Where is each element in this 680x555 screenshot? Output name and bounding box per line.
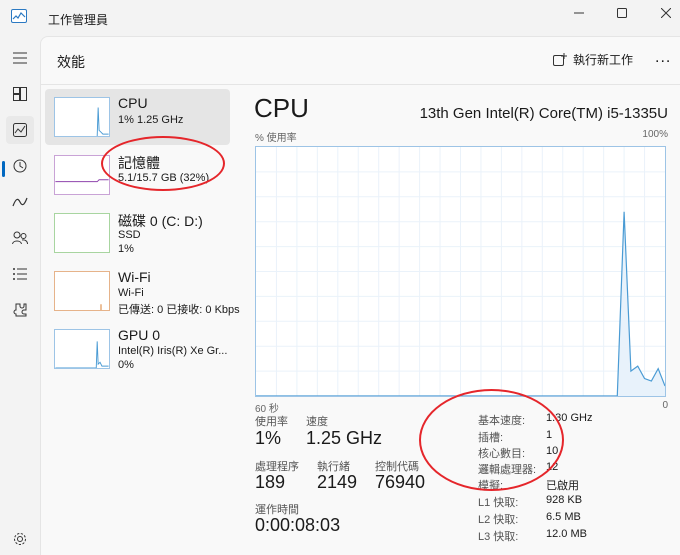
usage-label: 使用率	[255, 416, 288, 428]
cpu-heading: CPU	[254, 93, 309, 123]
info-row-logical-processors: 邏輯處理器: 12	[478, 461, 628, 477]
processes-icon	[13, 87, 27, 101]
task-manager-app-icon	[11, 9, 27, 23]
info-key: 基本速度:	[478, 415, 526, 427]
memory-thumbnail-graph	[54, 155, 110, 195]
device-detail: Wi-Fi	[118, 287, 144, 299]
info-key: L1 快取:	[478, 497, 519, 509]
nav-users[interactable]	[6, 224, 34, 252]
nav-services[interactable]	[6, 296, 34, 324]
nav-performance[interactable]	[6, 116, 34, 144]
device-item-disk[interactable]: 磁碟 0 (C: D:) SSD 1%	[45, 205, 230, 261]
info-row-l3-cache: L3 快取: 12.0 MB	[478, 528, 628, 544]
info-key: 插槽:	[478, 432, 504, 444]
device-name: 磁碟 0 (C: D:)	[118, 213, 203, 229]
nav-details[interactable]	[6, 260, 34, 288]
window-title: 工作管理員	[48, 13, 109, 27]
device-throughput: 已傳送: 0 已接收: 0 Kbps	[118, 304, 240, 316]
performance-icon	[13, 123, 27, 137]
info-row-sockets: 插槽: 1	[478, 429, 628, 445]
threads-value: 2149	[317, 472, 358, 492]
info-value: 12.0 MB	[546, 528, 587, 540]
device-name: CPU	[118, 95, 148, 111]
info-value: 1.30 GHz	[546, 412, 593, 424]
info-key: 核心數目:	[478, 448, 526, 460]
cpu-utilization-graph	[255, 146, 666, 397]
maximize-button[interactable]	[610, 3, 634, 23]
nav-app-history[interactable]	[6, 152, 34, 180]
settings-icon	[14, 533, 26, 545]
device-usage: 1%	[118, 243, 134, 255]
info-value: 10	[546, 445, 559, 457]
device-name: GPU 0	[118, 327, 161, 343]
nav-settings[interactable]	[6, 525, 34, 553]
info-key: 邏輯處理器:	[478, 464, 537, 476]
device-detail: 5.1/15.7 GB (32%)	[118, 172, 210, 184]
speed-label: 速度	[306, 416, 328, 428]
nav-processes[interactable]	[6, 80, 34, 108]
nav-startup-apps[interactable]	[6, 188, 34, 216]
users-icon	[12, 231, 28, 245]
device-item-wifi[interactable]: Wi-Fi Wi-Fi 已傳送: 0 已接收: 0 Kbps	[45, 263, 240, 319]
title-bar: 工作管理員	[0, 0, 680, 36]
details-icon	[13, 268, 27, 280]
device-item-gpu[interactable]: GPU 0 Intel(R) Iris(R) Xe Gr... 0%	[45, 321, 230, 377]
device-item-memory[interactable]: 記憶體 5.1/15.7 GB (32%)	[45, 147, 230, 203]
app-history-icon	[13, 159, 27, 173]
device-item-cpu[interactable]: CPU 1% 1.25 GHz	[45, 89, 230, 145]
cpu-thumbnail-graph	[54, 97, 110, 137]
run-new-task-label: 執行新工作	[573, 53, 634, 67]
info-value: 928 KB	[546, 494, 583, 506]
uptime-value: 0:00:08:03	[255, 515, 341, 535]
nav-active-indicator	[2, 161, 5, 177]
info-row-virtualization: 模擬: 已啟用	[478, 477, 628, 493]
device-name: 記憶體	[118, 155, 160, 171]
info-row-l2-cache: L2 快取: 6.5 MB	[478, 511, 628, 527]
y-axis-max-label: 100%	[642, 129, 668, 140]
page-title: 效能	[57, 54, 85, 70]
minimize-icon	[574, 12, 584, 14]
info-value: 已啟用	[546, 480, 579, 492]
speed-value: 1.25 GHz	[306, 428, 383, 448]
y-axis-label: % 使用率	[255, 133, 297, 144]
info-value: 12	[546, 461, 559, 473]
info-row-cores: 核心數目: 10	[478, 445, 628, 461]
info-value: 1	[546, 429, 553, 441]
nav-menu-button[interactable]	[6, 44, 34, 72]
main-content: 效能 執行新工作 ... CPU 1% 1.25 GHz 記憶體 5.1/15.…	[40, 36, 680, 555]
more-options-button[interactable]: ...	[655, 49, 671, 67]
services-icon	[13, 303, 27, 317]
close-button[interactable]	[654, 3, 678, 23]
info-key: L2 快取:	[478, 514, 519, 526]
wifi-thumbnail-graph	[54, 271, 110, 311]
info-key: L3 快取:	[478, 531, 519, 543]
disk-thumbnail-graph	[54, 213, 110, 253]
maximize-icon	[617, 8, 627, 18]
menu-icon	[13, 52, 27, 64]
device-detail: SSD	[118, 229, 141, 241]
cpu-model-name: 13th Gen Intel(R) Core(TM) i5-1335U	[419, 105, 668, 122]
sidebar-nav	[0, 36, 40, 555]
processes-value: 189	[255, 472, 286, 492]
info-row-l1-cache: L1 快取: 928 KB	[478, 494, 628, 510]
device-detail: Intel(R) Iris(R) Xe Gr...	[118, 345, 228, 357]
close-icon	[661, 8, 671, 18]
device-detail: 1% 1.25 GHz	[118, 114, 184, 126]
usage-value: 1%	[255, 428, 282, 448]
x-axis-zero-label: 0	[662, 400, 668, 411]
info-value: 6.5 MB	[546, 511, 581, 523]
startup-apps-icon	[12, 197, 28, 207]
info-key: 模擬:	[478, 480, 504, 492]
run-new-task-button[interactable]: 執行新工作	[553, 51, 633, 68]
gpu-thumbnail-graph	[54, 329, 110, 369]
minimize-button[interactable]	[567, 3, 591, 23]
handles-value: 76940	[375, 472, 426, 492]
device-usage: 0%	[118, 359, 134, 371]
header-divider	[41, 84, 680, 85]
info-row-base-speed: 基本速度: 1.30 GHz	[478, 412, 628, 428]
device-name: Wi-Fi	[118, 269, 151, 285]
run-task-icon	[553, 52, 567, 66]
